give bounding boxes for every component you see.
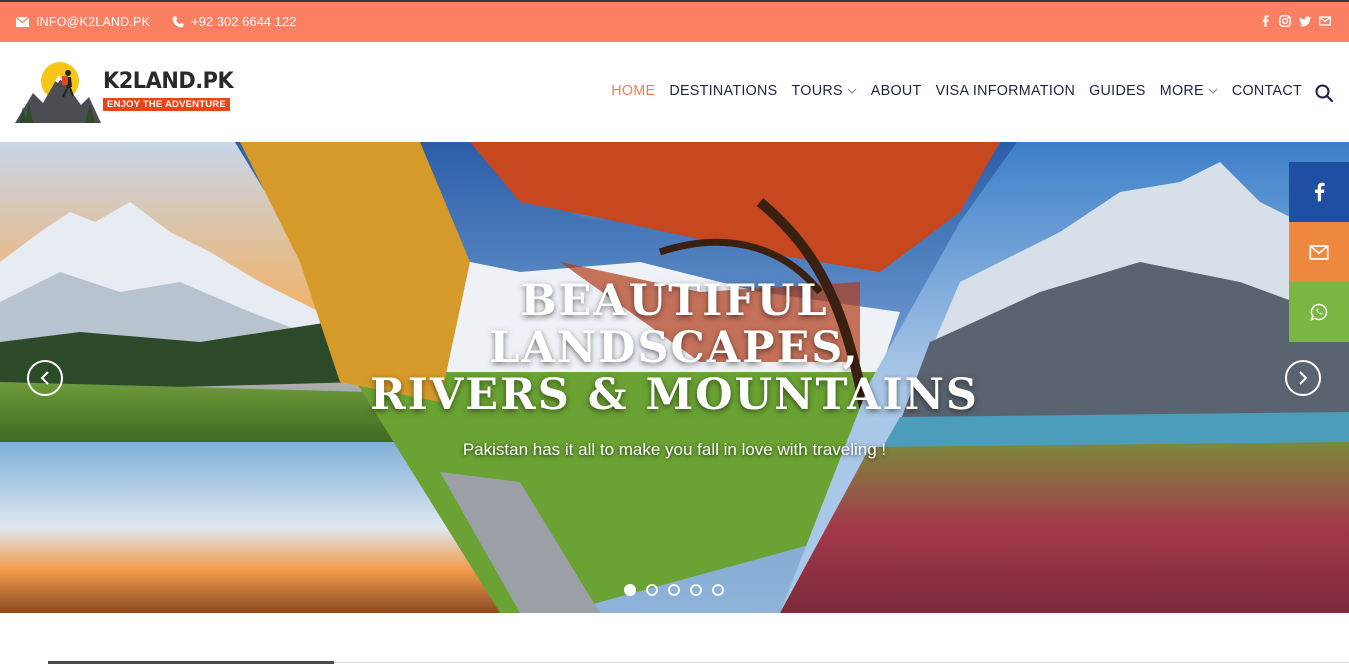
envelope-icon[interactable] <box>1319 15 1331 27</box>
chevron-down-icon <box>847 88 857 94</box>
site-header: K2LAND.PK ENJOY THE ADVENTURE HOME DESTI… <box>0 42 1349 142</box>
phone-link[interactable]: +92 302 6644 122 <box>172 14 296 29</box>
nav-item-label: CONTACT <box>1231 83 1302 99</box>
page-content-area <box>0 613 1349 664</box>
nav-item-destinations[interactable]: DESTINATIONS <box>669 83 777 99</box>
top-bar: INFO@K2LAND.PK +92 302 6644 122 <box>0 0 1349 42</box>
email-text: INFO@K2LAND.PK <box>36 14 151 29</box>
phone-text: +92 302 6644 122 <box>191 14 297 29</box>
nav-item-label: ABOUT <box>870 83 922 99</box>
slider-dots <box>624 584 724 596</box>
whatsapp-icon <box>1310 303 1328 321</box>
nav-item-label: HOME <box>611 83 656 99</box>
slider-dot[interactable] <box>668 584 680 596</box>
envelope-icon <box>1309 244 1329 260</box>
chevron-right-icon <box>1299 371 1308 385</box>
phone-icon <box>172 16 184 27</box>
slider-dot[interactable] <box>624 584 636 596</box>
chevron-left-icon <box>40 371 49 385</box>
twitter-icon[interactable] <box>1299 15 1311 27</box>
email-link[interactable]: INFO@K2LAND.PK <box>16 15 150 29</box>
nav-item-label: GUIDES <box>1089 83 1146 99</box>
main-nav: HOME DESTINATIONS TOURS ABOUT VISA INFOR… <box>597 83 1302 99</box>
hero-title-line: BEAUTIFUL <box>520 276 829 326</box>
slider-dot[interactable] <box>646 584 658 596</box>
slider-dot[interactable] <box>690 584 702 596</box>
divider <box>334 662 1349 663</box>
share-email-button[interactable] <box>1289 222 1349 282</box>
nav-item-visa-information[interactable]: VISA INFORMATION <box>936 83 1076 99</box>
hero-title-line: RIVERS & MOUNTAINS <box>370 370 979 420</box>
hero-subtitle: Pakistan has it all to make you fall in … <box>462 440 887 459</box>
nav-item-label: TOURS <box>791 83 843 99</box>
search-icon <box>1315 84 1334 103</box>
share-facebook-button[interactable] <box>1289 162 1349 222</box>
nav-item-label: MORE <box>1159 83 1204 99</box>
envelope-icon <box>16 16 29 27</box>
nav-item-home[interactable]: HOME <box>611 83 655 99</box>
slider-prev-button[interactable] <box>27 360 63 396</box>
facebook-icon <box>1314 182 1325 202</box>
search-button[interactable] <box>1315 84 1334 107</box>
hero-slider: BEAUTIFUL LANDSCAPES, RIVERS & MOUNTAINS… <box>0 142 1349 613</box>
share-sidebar <box>1289 162 1349 342</box>
nav-item-label: VISA INFORMATION <box>935 83 1076 99</box>
nav-item-label: DESTINATIONS <box>669 83 778 99</box>
logo-tagline: ENJOY THE ADVENTURE <box>103 98 230 111</box>
nav-item-tours[interactable]: TOURS <box>792 83 857 99</box>
slider-next-button[interactable] <box>1285 360 1321 396</box>
hero-title-line: LANDSCAPES, <box>489 323 860 373</box>
nav-item-guides[interactable]: GUIDES <box>1089 83 1146 99</box>
logo-mountain-icon <box>15 62 101 123</box>
logo-title: K2LAND.PK <box>103 69 234 94</box>
chevron-down-icon <box>1208 88 1218 94</box>
share-whatsapp-button[interactable] <box>1289 282 1349 342</box>
site-logo[interactable]: K2LAND.PK ENJOY THE ADVENTURE <box>15 59 234 125</box>
nav-item-about[interactable]: ABOUT <box>871 83 922 99</box>
slider-dot[interactable] <box>712 584 724 596</box>
nav-item-contact[interactable]: CONTACT <box>1232 83 1302 99</box>
nav-item-more[interactable]: MORE <box>1160 83 1218 99</box>
facebook-icon[interactable] <box>1259 15 1271 27</box>
hero-title: BEAUTIFUL LANDSCAPES, RIVERS & MOUNTAINS <box>0 278 1349 419</box>
instagram-icon[interactable] <box>1279 15 1291 27</box>
